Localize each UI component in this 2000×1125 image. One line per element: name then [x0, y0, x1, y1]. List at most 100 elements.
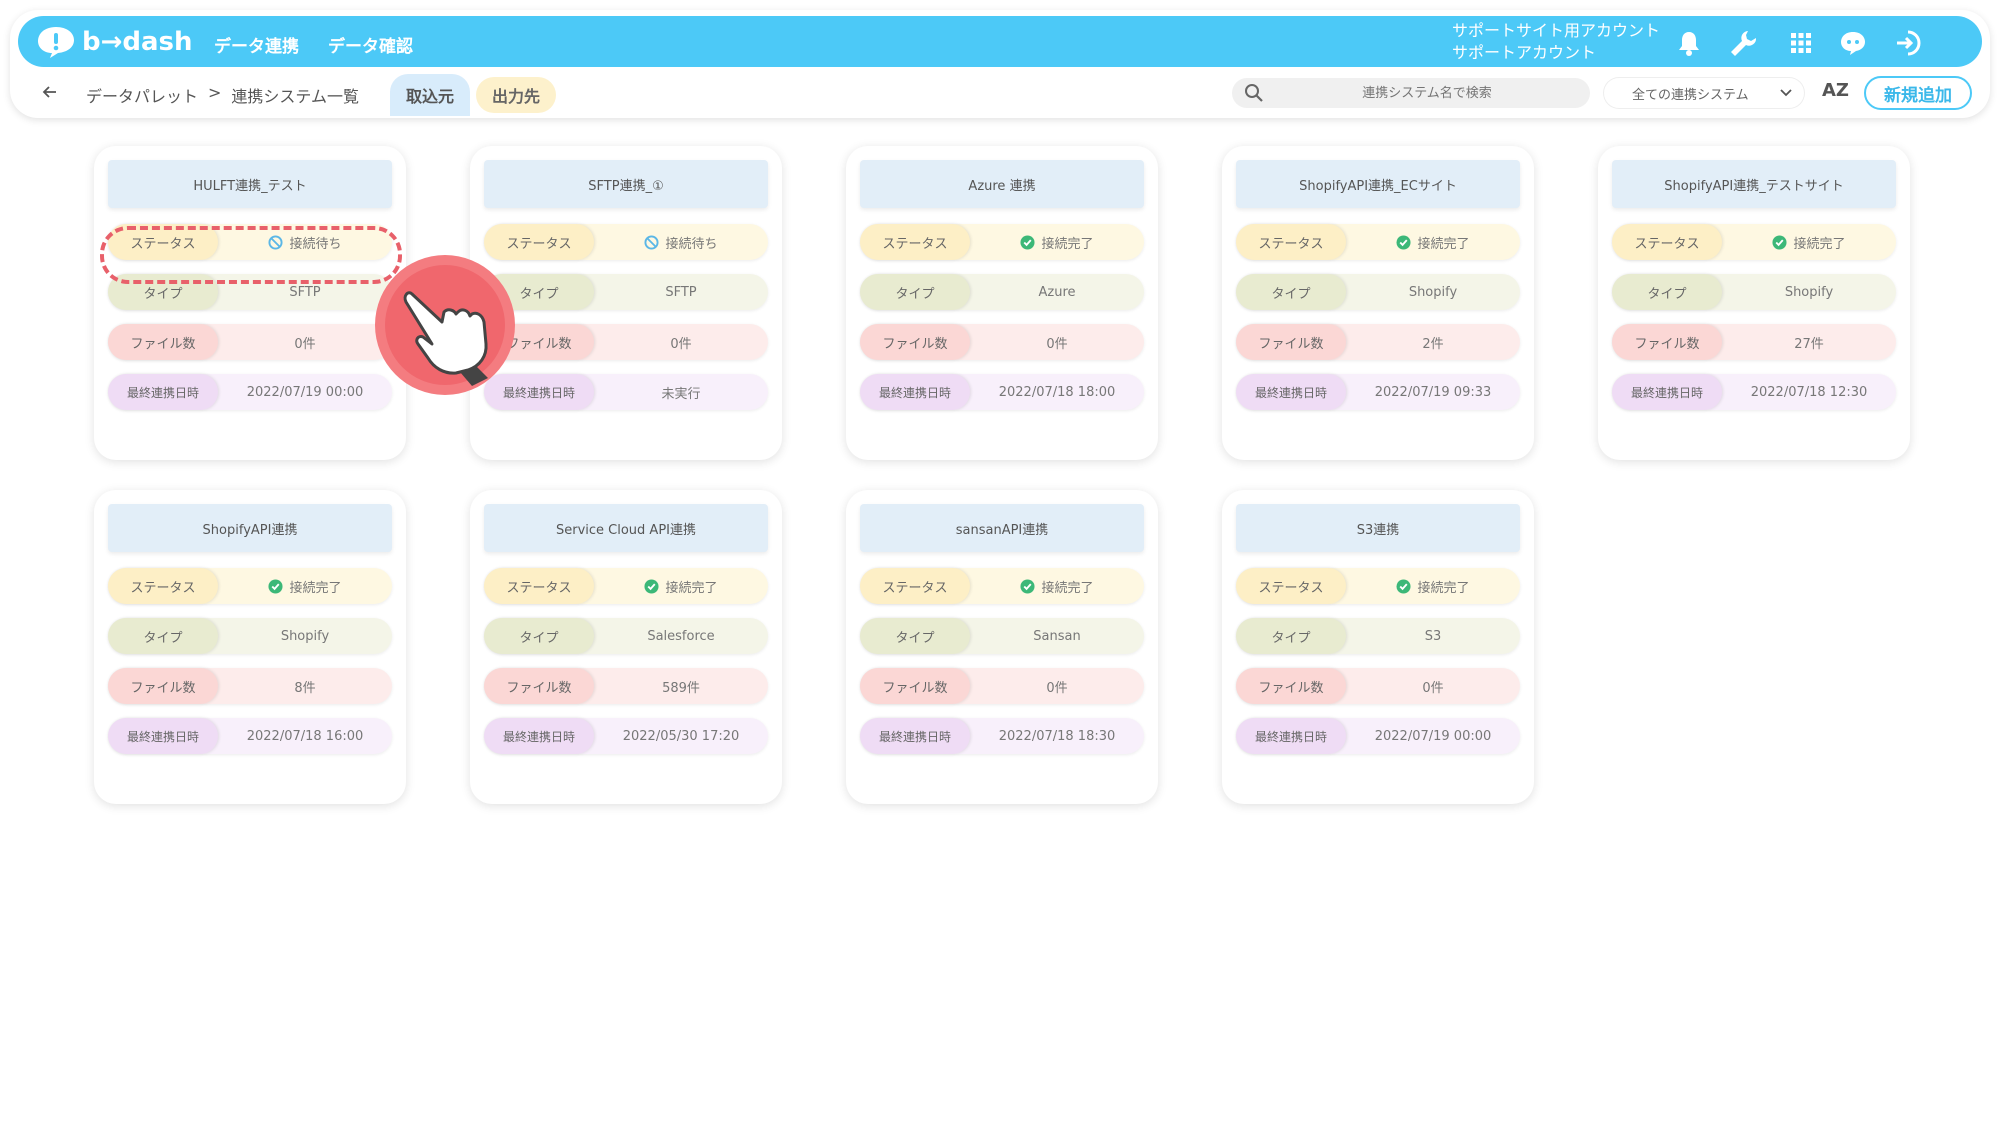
file-count-label: ファイル数: [1236, 324, 1346, 360]
last-run-row: 最終連携日時 未実行: [484, 374, 768, 410]
file-count-value: 2件: [1422, 336, 1444, 352]
type-label: タイプ: [484, 618, 594, 654]
account-site-label: サポートサイト用アカウント: [1452, 21, 1661, 40]
card-title: HULFT連携_テスト: [108, 160, 392, 208]
file-count-row: ファイル数 0件: [1236, 668, 1520, 704]
breadcrumb: データパレット > 連携システム一覧: [86, 83, 359, 107]
file-count-value: 0件: [670, 336, 692, 352]
nav-data-integration[interactable]: データ連携: [214, 32, 299, 57]
last-run-label: 最終連携日時: [1612, 374, 1722, 410]
type-label: タイプ: [108, 618, 218, 654]
integration-card[interactable]: ShopifyAPI連携_テストサイトステータス 接続完了タイプ Shopify ファ…: [1598, 146, 1910, 460]
last-run-row: 最終連携日時 2022/07/18 18:00: [860, 374, 1144, 410]
last-run-label: 最終連携日時: [860, 374, 970, 410]
status-text: 接続待ち: [665, 236, 718, 252]
status-highlight-marker: [100, 226, 402, 284]
card-title: ShopifyAPI連携_ECサイト: [1236, 160, 1520, 208]
type-label: タイプ: [860, 618, 970, 654]
status-label: ステータス: [1236, 568, 1346, 604]
integration-card[interactable]: Service Cloud API連携 ステータス 接続完了 タイプ Salesforc…: [470, 490, 782, 804]
card-title: sansanAPI連携: [860, 504, 1144, 552]
search-icon: [1245, 84, 1263, 102]
sub-toolbar: データパレット > 連携システム一覧 取込元 出力先 全ての連携システム AZ …: [18, 74, 1982, 116]
status-value: 接続完了: [594, 577, 768, 596]
top-navigation-bar: b→dash データ連携 データ確認 サポートサイト用アカウント サポートアカウ…: [18, 16, 1982, 67]
type-label: タイプ: [1236, 274, 1346, 310]
last-run-value: 2022/07/18 18:30: [998, 728, 1116, 744]
type-value: Azure: [1038, 284, 1076, 300]
tab-export-target[interactable]: 出力先: [476, 77, 557, 113]
last-run-value: 2022/07/18 16:00: [246, 728, 364, 744]
integration-card[interactable]: sansanAPI連携 ステータス 接続完了 タイプ Sansan ファイル数 0件 最終連携…: [846, 490, 1158, 804]
connection-complete-icon: [1396, 578, 1412, 594]
type-row: タイプ S3: [1236, 618, 1520, 654]
file-count-row: ファイル数 2件: [1236, 324, 1520, 360]
brand-name: b→dash: [82, 27, 193, 57]
type-row: タイプ Sansan: [860, 618, 1144, 654]
status-value: 接続完了: [218, 577, 392, 596]
grid-icon[interactable]: [1786, 28, 1816, 58]
last-run-row: 最終連携日時 2022/07/19 00:00: [108, 374, 392, 410]
file-count-label: ファイル数: [1612, 324, 1722, 360]
last-run-value: 2022/07/19 00:00: [246, 384, 364, 400]
integration-card[interactable]: HULFT連携_テスト ステータス 接続待ち タイプ SFTP ファイル数 0件 最終連携日時…: [94, 146, 406, 460]
file-count-row: ファイル数 0件: [860, 324, 1144, 360]
system-filter-value: 全ての連携システム: [1632, 87, 1749, 103]
breadcrumb-current: 連携システム一覧: [231, 87, 359, 106]
integration-card[interactable]: S3連携ステータス 接続完了 タイプ S3 ファイル数 0件 最終連携日時 2022/07/1…: [1222, 490, 1534, 804]
file-count-value: 0件: [1046, 336, 1068, 352]
integration-card[interactable]: Azure 連携 ステータス 接続完了 タイプ Azure ファイル数 0件 最終連携日時 20…: [846, 146, 1158, 460]
account-name: サポートアカウント: [1452, 43, 1597, 62]
type-value: SFTP: [665, 284, 697, 300]
wrench-icon[interactable]: [1728, 28, 1758, 58]
last-run-label: 最終連携日時: [860, 718, 970, 754]
connection-complete-icon: [1020, 578, 1036, 594]
search-input[interactable]: [1272, 78, 1582, 108]
card-title: ShopifyAPI連携_テストサイト: [1612, 160, 1896, 208]
status-text: 接続完了: [665, 580, 718, 596]
connection-complete-icon: [644, 578, 660, 594]
status-text: 接続完了: [1793, 236, 1846, 252]
status-row: ステータス 接続完了: [1236, 224, 1520, 260]
back-arrow-icon[interactable]: [40, 82, 60, 102]
search-box: [1232, 78, 1590, 108]
system-filter-select[interactable]: 全ての連携システム: [1604, 78, 1804, 108]
sort-az-button[interactable]: AZ: [1822, 80, 1849, 101]
card-title: ShopifyAPI連携: [108, 504, 392, 552]
file-count-label: ファイル数: [108, 324, 218, 360]
tab-import-source[interactable]: 取込元: [390, 74, 471, 116]
last-run-label: 最終連携日時: [108, 718, 218, 754]
status-value: 接続完了: [1346, 233, 1520, 252]
status-value: 接続完了: [970, 233, 1144, 252]
status-label: ステータス: [860, 224, 970, 260]
last-run-row: 最終連携日時 2022/07/18 12:30: [1612, 374, 1896, 410]
integration-card[interactable]: ShopifyAPI連携 ステータス 接続完了 タイプ Shopify ファイル数 8件 最終…: [94, 490, 406, 804]
type-value: Shopify: [280, 628, 330, 644]
type-row: タイプ SFTP: [484, 274, 768, 310]
type-value: Shopify: [1784, 284, 1834, 300]
connection-waiting-icon: [644, 234, 660, 250]
file-count-value: 27件: [1794, 336, 1824, 352]
card-title: Service Cloud API連携: [484, 504, 768, 552]
status-row: ステータス 接続待ち: [484, 224, 768, 260]
status-row: ステータス 接続完了: [1612, 224, 1896, 260]
integration-card[interactable]: ShopifyAPI連携_ECサイト ステータス 接続完了 タイプ Shopify ファイ…: [1222, 146, 1534, 460]
support-chat-icon[interactable]: [1838, 28, 1868, 58]
last-run-row: 最終連携日時 2022/07/19 00:00: [1236, 718, 1520, 754]
add-new-button[interactable]: 新規追加: [1864, 76, 1972, 110]
logout-icon[interactable]: [1894, 28, 1924, 58]
file-count-value: 0件: [294, 336, 316, 352]
status-row: ステータス 接続完了: [1236, 568, 1520, 604]
nav-data-check[interactable]: データ確認: [328, 32, 413, 57]
bell-icon[interactable]: [1674, 28, 1704, 58]
status-label: ステータス: [1612, 224, 1722, 260]
account-info[interactable]: サポートサイト用アカウント サポートアカウント: [1452, 20, 1660, 64]
brand-logo[interactable]: b→dash: [36, 22, 193, 62]
file-count-row: ファイル数 8件: [108, 668, 392, 704]
type-row: タイプ Shopify: [1612, 274, 1896, 310]
last-run-value: 2022/07/19 09:33: [1374, 384, 1492, 400]
file-count-value: 0件: [1422, 680, 1444, 696]
status-text: 接続完了: [1041, 580, 1094, 596]
card-title: S3連携: [1236, 504, 1520, 552]
breadcrumb-root[interactable]: データパレット: [86, 83, 198, 107]
